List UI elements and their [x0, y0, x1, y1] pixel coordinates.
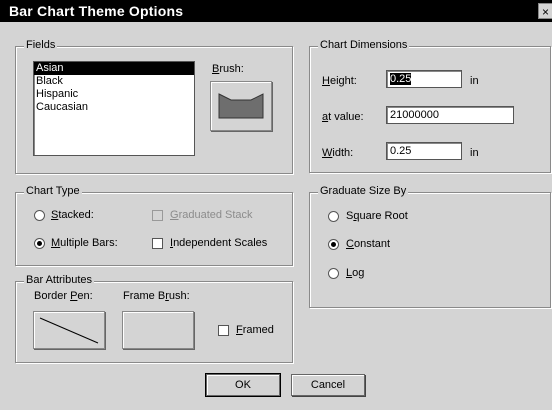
height-field[interactable]: 0.25	[386, 70, 462, 88]
frame-brush-label: Frame Brush:	[123, 290, 190, 302]
stacked-label[interactable]: Stacked:	[51, 209, 94, 221]
chart-type-group: Chart Type	[15, 185, 293, 266]
list-item[interactable]: Asian	[34, 62, 194, 75]
list-item[interactable]: Black	[34, 75, 194, 88]
graduated-stack-checkbox[interactable]	[152, 210, 163, 221]
framed-label[interactable]: Framed	[236, 324, 274, 336]
fields-legend: Fields	[24, 39, 58, 51]
at-value-field[interactable]: 21000000	[386, 106, 514, 124]
chart-type-legend: Chart Type	[24, 185, 82, 197]
width-field[interactable]: 0.25	[386, 142, 462, 160]
bar-attributes-legend: Bar Attributes	[24, 274, 95, 286]
height-unit: in	[470, 75, 479, 87]
height-value: 0.25	[390, 73, 412, 85]
ok-button[interactable]: OK	[205, 373, 281, 397]
graduated-stack-label: Graduated Stack	[170, 209, 253, 221]
brush-label: Brush:	[212, 63, 244, 75]
height-label: Height:	[322, 75, 357, 87]
independent-scales-label[interactable]: Independent Scales	[170, 237, 267, 249]
square-root-radio[interactable]	[328, 211, 339, 222]
border-pen-label: Border Pen:	[34, 290, 93, 302]
chart-dimensions-legend: Chart Dimensions	[318, 39, 410, 51]
dialog-title: Bar Chart Theme Options	[9, 3, 184, 19]
list-item[interactable]: Hispanic	[34, 88, 194, 101]
close-icon[interactable]: ×	[538, 3, 552, 19]
fields-listbox[interactable]: Asian Black Hispanic Caucasian	[33, 61, 195, 156]
multiple-bars-label[interactable]: Multiple Bars:	[51, 237, 118, 249]
multiple-bars-radio[interactable]	[34, 238, 45, 249]
at-value-label: at value:	[322, 111, 364, 123]
log-label[interactable]: Log	[346, 267, 364, 279]
log-radio[interactable]	[328, 268, 339, 279]
pen-line-icon	[39, 317, 99, 344]
graduate-size-legend: Graduate Size By	[318, 185, 409, 197]
frame-brush-button[interactable]	[122, 311, 194, 349]
square-root-label[interactable]: Square Root	[346, 210, 408, 222]
list-item[interactable]: Caucasian	[34, 101, 194, 114]
title-bar: Bar Chart Theme Options ×	[0, 0, 552, 22]
width-unit: in	[470, 147, 479, 159]
brush-swatch	[218, 93, 264, 119]
constant-radio[interactable]	[328, 239, 339, 250]
width-label: Width:	[322, 147, 354, 159]
constant-label[interactable]: Constant	[346, 238, 390, 250]
framed-checkbox[interactable]	[218, 325, 229, 336]
border-pen-button[interactable]	[33, 311, 105, 349]
bar-chart-theme-dialog: Bar Chart Theme Options × Fields Asian B…	[0, 0, 552, 410]
brush-button[interactable]	[210, 81, 272, 131]
cancel-button[interactable]: Cancel	[291, 374, 365, 396]
independent-scales-checkbox[interactable]	[152, 238, 163, 249]
stacked-radio[interactable]	[34, 210, 45, 221]
